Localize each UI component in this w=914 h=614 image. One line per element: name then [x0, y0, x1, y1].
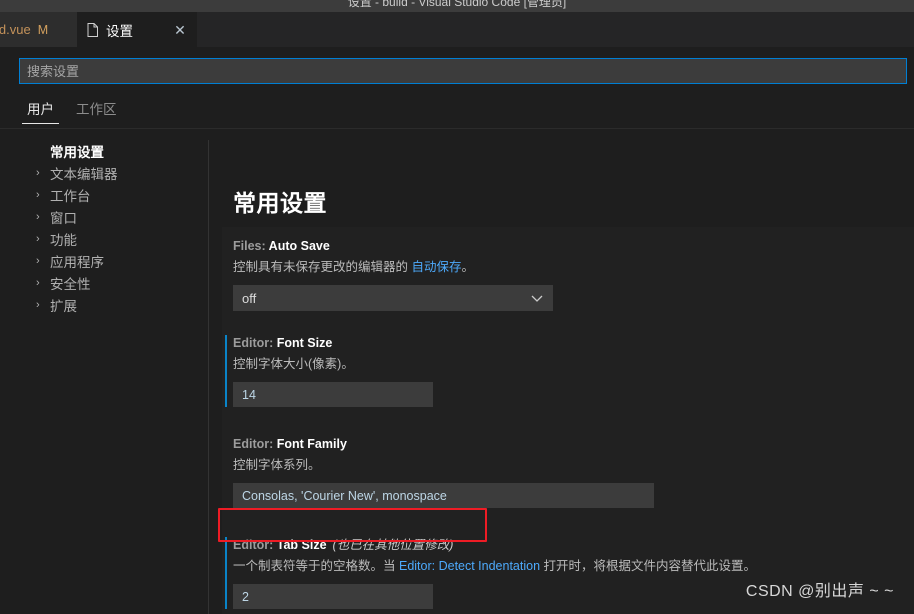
desc-text-before: 一个制表符等于的空格数。当: [233, 559, 399, 573]
desc-text-before: 控制字体系列。: [233, 458, 321, 472]
tab-size-input[interactable]: [233, 584, 433, 609]
page-title: 常用设置: [233, 190, 327, 216]
chevron-right-icon: ›: [36, 233, 40, 245]
search-input[interactable]: [19, 58, 907, 84]
modified-indicator: [225, 537, 227, 609]
chevron-right-icon: ›: [36, 211, 40, 223]
tab-modified-badge: M: [37, 22, 49, 37]
setting-title: Editor: Font Family: [233, 436, 914, 453]
setting-title: Files: Auto Save: [233, 238, 914, 255]
setting-description: 控制字体大小(像素)。: [233, 355, 914, 373]
tabbar-empty-area: [197, 12, 914, 47]
tab-user-label: 用户: [27, 102, 54, 117]
setting-title: Editor: Font Size: [233, 335, 914, 352]
window-titlebar: 设置 - build - Visual Studio Code [管理员]: [0, 0, 914, 12]
desc-text-before: 控制字体大小(像素)。: [233, 357, 354, 371]
settings-scope-tabs: 用户 工作区: [22, 98, 134, 124]
close-icon[interactable]: ✕: [172, 22, 188, 38]
chevron-right-icon: ›: [36, 189, 40, 201]
watermark: CSDN @别出声 ~ ~: [745, 583, 894, 600]
setting-prefix: Editor:: [233, 538, 277, 552]
setting-prefix: Editor:: [233, 437, 277, 451]
chevron-right-icon: ›: [36, 167, 40, 179]
toc-item-security[interactable]: › 安全性: [0, 272, 208, 294]
desc-text-after: 打开时，将根据文件内容替代此设置。: [540, 559, 757, 573]
font-family-input[interactable]: [233, 483, 654, 508]
file-icon: [87, 22, 98, 37]
setting-files-auto-save: Files: Auto Save 控制具有未保存更改的编辑器的 自动保存。 of…: [222, 238, 914, 311]
setting-description: 控制具有未保存更改的编辑器的 自动保存。: [233, 258, 914, 276]
toc-item-label: 文本编辑器: [50, 167, 118, 182]
tab-workspace-label: 工作区: [76, 102, 117, 117]
settings-content-pane: 常用设置 Files: Auto Save 控制具有未保存更改的编辑器的 自动保…: [209, 140, 914, 614]
toc-item-label: 常用设置: [50, 145, 104, 160]
tab-label: 设置: [106, 23, 133, 39]
window-title: 设置 - build - Visual Studio Code [管理员]: [347, 0, 567, 9]
toc-item-label: 安全性: [50, 277, 91, 292]
modified-indicator: [225, 335, 227, 407]
auto-save-value: off: [242, 290, 257, 306]
setting-description: 一个制表符等于的空格数。当 Editor: Detect Indentation…: [233, 557, 914, 575]
settings-list: Files: Auto Save 控制具有未保存更改的编辑器的 自动保存。 of…: [222, 227, 914, 614]
setting-prefix: Editor:: [233, 336, 277, 350]
setting-name: Tab Size: [276, 538, 327, 552]
toc-item-workbench[interactable]: › 工作台: [0, 184, 208, 206]
vscode-settings-window: 设置 - build - Visual Studio Code [管理员] ld…: [0, 0, 914, 614]
chevron-right-icon: ›: [36, 277, 40, 289]
setting-modified-note: (也已在其他位置修改): [332, 538, 454, 552]
desc-link[interactable]: Editor: Detect Indentation: [399, 559, 540, 573]
setting-editor-font-size: Editor: Font Size 控制字体大小(像素)。: [222, 335, 914, 407]
font-size-input[interactable]: [233, 382, 433, 407]
toc-item-label: 应用程序: [50, 255, 104, 270]
tab-user[interactable]: 用户: [22, 98, 59, 124]
setting-editor-font-family: Editor: Font Family 控制字体系列。: [222, 436, 914, 508]
toc-item-label: 功能: [50, 233, 77, 248]
scope-tabs-divider: [0, 128, 914, 129]
setting-name: Auto Save: [268, 239, 330, 253]
setting-prefix: Files:: [233, 239, 269, 253]
toc-item-extensions[interactable]: › 扩展: [0, 294, 208, 316]
toc-item-label: 工作台: [50, 189, 91, 204]
toc-item-window[interactable]: › 窗口: [0, 206, 208, 228]
settings-search-row: [19, 58, 907, 84]
settings-toc: 常用设置 › 文本编辑器 › 工作台 › 窗口 › 功能 › 应用程序 › 安全…: [0, 140, 208, 614]
tab-settings[interactable]: 设置 ✕: [77, 12, 197, 47]
toc-item-application[interactable]: › 应用程序: [0, 250, 208, 272]
toc-item-label: 扩展: [50, 299, 77, 314]
toc-item-text-editor[interactable]: › 文本编辑器: [0, 162, 208, 184]
desc-text-after: 。: [461, 260, 475, 274]
settings-editor: 用户 工作区 常用设置 › 文本编辑器 › 工作台 › 窗口: [0, 47, 914, 614]
desc-link[interactable]: 自动保存: [411, 260, 461, 274]
tab-ld-vue[interactable]: ld.vue M: [0, 12, 77, 47]
toc-item-label: 窗口: [50, 211, 77, 226]
tab-workspace[interactable]: 工作区: [71, 98, 122, 124]
chevron-down-icon: [531, 291, 543, 306]
auto-save-dropdown[interactable]: off: [233, 285, 553, 311]
setting-name: Font Size: [276, 336, 333, 350]
chevron-right-icon: ›: [36, 255, 40, 267]
setting-name: Font Family: [276, 437, 347, 451]
setting-description: 控制字体系列。: [233, 456, 914, 474]
toc-item-commonly-used[interactable]: 常用设置: [0, 140, 208, 162]
chevron-right-icon: ›: [36, 299, 40, 311]
toc-item-features[interactable]: › 功能: [0, 228, 208, 250]
setting-title: Editor: Tab Size (也已在其他位置修改): [233, 537, 914, 554]
tab-label: ld.vue: [0, 22, 31, 37]
desc-text-before: 控制具有未保存更改的编辑器的: [233, 260, 412, 274]
editor-tabbar: ld.vue M 设置 ✕: [0, 12, 914, 47]
